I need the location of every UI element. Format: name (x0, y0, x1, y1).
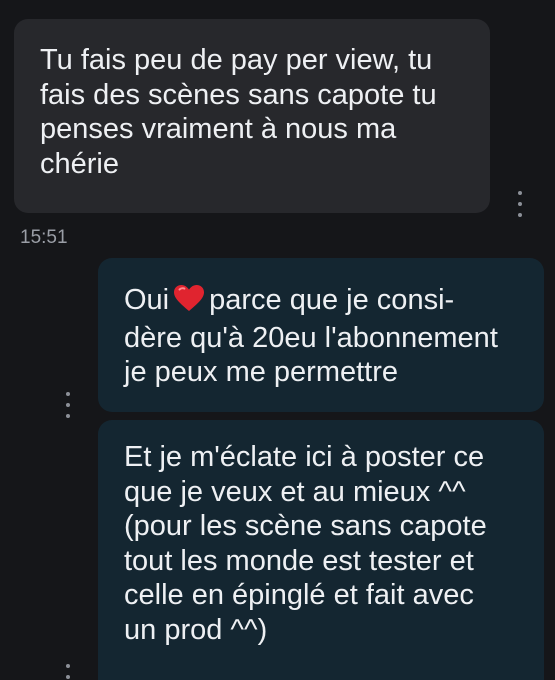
outgoing-message-2-more-icon[interactable] (62, 664, 74, 680)
incoming-message-more-icon[interactable] (514, 191, 526, 217)
red-heart-icon (173, 284, 205, 321)
outgoing-message-1-more-icon[interactable] (62, 392, 74, 418)
outgoing-message-bubble-2[interactable]: Et je m'éclate ici à poster ce que je ve… (98, 420, 544, 680)
outgoing-message-bubble-1[interactable]: Oui parce que je consi- dère qu'à 20eu l'… (98, 258, 544, 412)
incoming-message-text: Tu fais peu de pay per view, tu fais des… (40, 44, 437, 180)
incoming-message-bubble[interactable]: Tu fais peu de pay per view, tu fais des… (14, 19, 490, 213)
chat-thread: Tu fais peu de pay per view, tu fais des… (0, 0, 555, 680)
outgoing-message-1-start: Oui (124, 284, 170, 316)
message-timestamp: 15:51 (20, 227, 68, 248)
outgoing-message-text-2: Et je m'éclate ici à poster ce que je ve… (124, 441, 487, 646)
outgoing-message-text-1: Oui parce que je consi- dère qu'à 20eu l'… (124, 283, 522, 390)
